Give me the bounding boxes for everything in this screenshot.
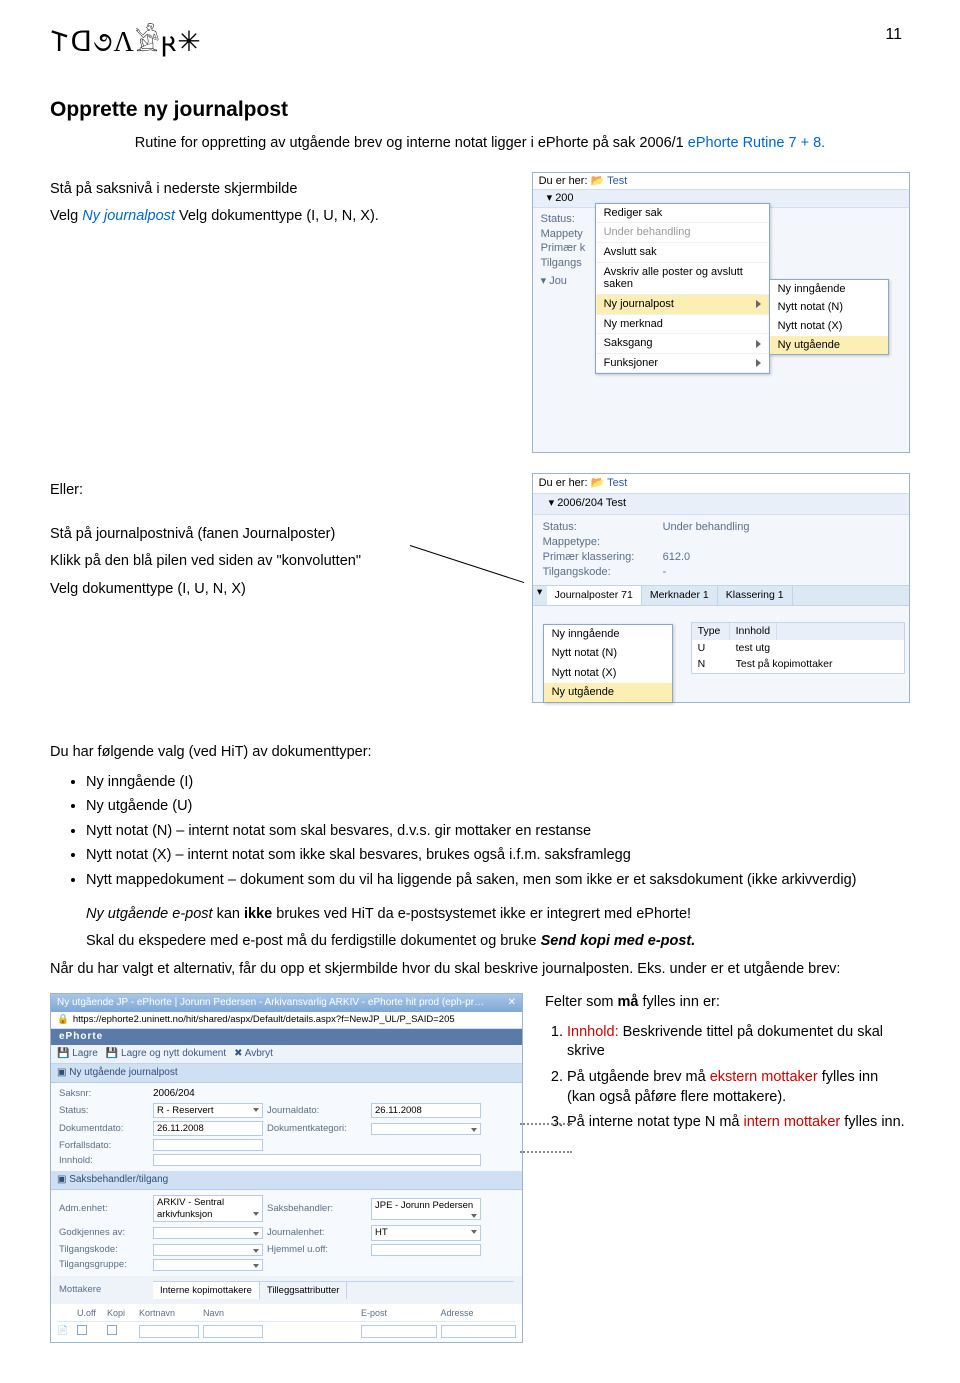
save-new-button[interactable]: 💾 Lagre og nytt dokument (106, 1048, 226, 1060)
save-button[interactable]: 💾 Lagre (57, 1048, 98, 1060)
eller: Eller: (50, 481, 508, 501)
url-bar[interactable]: https://ephorte2.uninett.no/hit/shared/a… (73, 1014, 516, 1025)
list-item: Ny inngående (I) (86, 773, 910, 793)
menu2-ny-utgaende[interactable]: Ny utgående (544, 683, 672, 702)
tab-interne-kopimottakere[interactable]: Interne kopimottakere (153, 1282, 260, 1299)
cancel-button[interactable]: ✖ Avbryt (234, 1048, 273, 1060)
jp-table: TypeInnhold Utest utg NTest på kopimotta… (691, 622, 905, 674)
innhold-input[interactable] (153, 1154, 481, 1166)
tab-merknader[interactable]: Merknader 1 (642, 586, 718, 605)
close-icon[interactable]: ✕ (508, 997, 516, 1009)
dokumentkategori-select[interactable] (371, 1123, 481, 1135)
journaldato-input[interactable]: 26.11.2008 (371, 1103, 481, 1118)
tab-journalposter[interactable]: Journalposter 71 (547, 586, 642, 605)
list-item: Innhold: Beskrivende tittel på dokumente… (567, 1023, 910, 1062)
navn-input[interactable] (203, 1325, 263, 1338)
window-titlebar: Ny utgående JP - ePhorte | Jorunn Peders… (51, 994, 522, 1012)
subtabs[interactable]: Interne kopimottakere Tilleggsattributte… (153, 1281, 514, 1299)
list-item: Nytt mappedokument – dokument som du vil… (86, 871, 910, 891)
tab-tilleggsattributter[interactable]: Tilleggsattributter (260, 1282, 348, 1299)
kortnavn-input[interactable] (139, 1325, 199, 1338)
list-item: På utgående brev må ekstern mottaker fyl… (567, 1068, 910, 1107)
header-symbols: 𐌕ᗡ૭Λ𓀀𐍂✳ (50, 24, 200, 62)
journalenhet-select[interactable]: HT (371, 1225, 481, 1240)
tilgangsgruppe-select[interactable] (153, 1259, 263, 1271)
instruction-2: Velg Ny journalpost Velg dokumenttype (I… (50, 207, 508, 227)
status-select[interactable]: R - Reservert (153, 1103, 263, 1118)
context-menu-2[interactable]: Ny inngående Nytt notat (N) Nytt notat (… (543, 624, 673, 703)
kopi-checkbox[interactable] (107, 1325, 117, 1335)
page-title: Opprette ny journalpost (50, 96, 910, 124)
list-item: Nytt notat (X) – internt notat som ikke … (86, 846, 910, 866)
admenhet-select[interactable]: ARKIV - Sentral arkivfunksjon (153, 1195, 263, 1222)
screenshot-1: Du er her: 📂 Test ▾ 200 Status: Mappety … (532, 172, 910, 453)
section3-intro: Du har følgende valg (ved HiT) av dokume… (50, 743, 910, 763)
doctype-list: Ny inngående (I) Ny utgående (U) Nytt no… (86, 773, 910, 891)
screenshot-2: Du er her: 📂 Test ▾ 2006/204 Test Status… (532, 473, 910, 703)
tab-klassering[interactable]: Klassering 1 (718, 586, 793, 605)
uoff-checkbox[interactable] (77, 1325, 87, 1335)
tilgangskode-select[interactable] (153, 1244, 263, 1256)
list-item: Ny utgående (U) (86, 797, 910, 817)
instruction-5: Velg dokumenttype (I, U, N, X) (50, 580, 508, 600)
toolbar: 💾 Lagre 💾 Lagre og nytt dokument ✖ Avbry… (51, 1045, 522, 1064)
submenu-ny-utgaende[interactable]: Ny utgående (770, 336, 888, 355)
screenshot-3: Ny utgående JP - ePhorte | Jorunn Peders… (50, 993, 523, 1342)
section-header-2: ▣ Saksbehandler/tilgang (51, 1171, 522, 1190)
dotted-pointer-2 (520, 1151, 572, 1153)
submenu-1[interactable]: Ny inngående Nytt notat (N) Nytt notat (… (769, 279, 889, 356)
godkjennes-select[interactable] (153, 1227, 263, 1239)
para-after-list: Når du har valgt et alternativ, får du o… (50, 960, 910, 980)
adresse-input[interactable] (441, 1325, 517, 1338)
instruction-3: Stå på journalpostnivå (fanen Journalpos… (50, 525, 508, 545)
forfallsdato-input[interactable] (153, 1139, 263, 1151)
subtitle-link[interactable]: ePhorte Rutine 7 + 8. (688, 135, 825, 151)
brand-logo: ePhorte (51, 1029, 522, 1045)
note-2: Skal du ekspedere med e-post må du ferdi… (86, 932, 910, 952)
instruction-1: Stå på saksnivå i nederste skjermbilde (50, 180, 508, 200)
list-item: På interne notat type N må intern mottak… (567, 1113, 910, 1133)
subtitle: Rutine for oppretting av utgående brev o… (50, 134, 910, 154)
lock-icon: 🔒 (57, 1014, 69, 1025)
list-item: Nytt notat (N) – internt notat som skal … (86, 822, 910, 842)
dotted-pointer-1 (520, 1123, 572, 1125)
epost-input[interactable] (361, 1325, 437, 1338)
menu-ny-journalpost[interactable]: Ny journalpost (596, 295, 769, 315)
note-1: Ny utgående e-post kan ikke brukes ved H… (86, 905, 910, 925)
tabs-row[interactable]: ▾ Journalposter 71 Merknader 1 Klasserin… (533, 585, 909, 606)
page-number: 11 (885, 24, 910, 46)
required-fields-list: Innhold: Beskrivende tittel på dokumente… (567, 1023, 910, 1133)
hjemmel-input[interactable] (371, 1244, 481, 1256)
section-header-1: ▣ Ny utgående journalpost (51, 1064, 522, 1083)
context-menu-1[interactable]: Rediger sak Under behandling Avslutt sak… (595, 203, 770, 375)
saksbehandler-select[interactable]: JPE - Jorunn Pedersen (371, 1198, 481, 1220)
dokumentdato-input[interactable]: 26.11.2008 (153, 1121, 263, 1136)
fields-intro: Felter som må fylles inn er: (545, 993, 910, 1013)
